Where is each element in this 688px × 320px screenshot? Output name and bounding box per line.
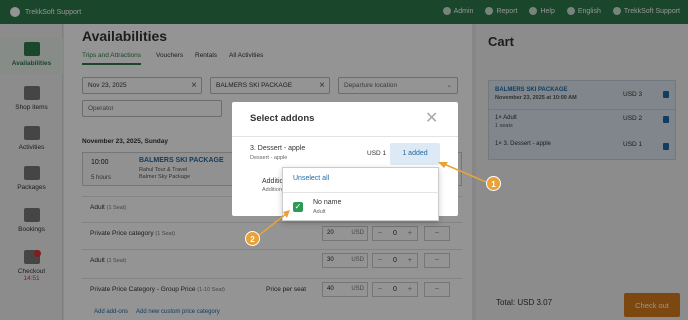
callout-badge-1: 1 <box>486 176 501 191</box>
callout-arrow-1 <box>443 163 487 183</box>
callout-arrows <box>257 162 487 237</box>
callout-badge-2: 2 <box>245 231 260 246</box>
arrowhead-2 <box>283 210 290 218</box>
callout-arrow-2 <box>257 213 287 237</box>
